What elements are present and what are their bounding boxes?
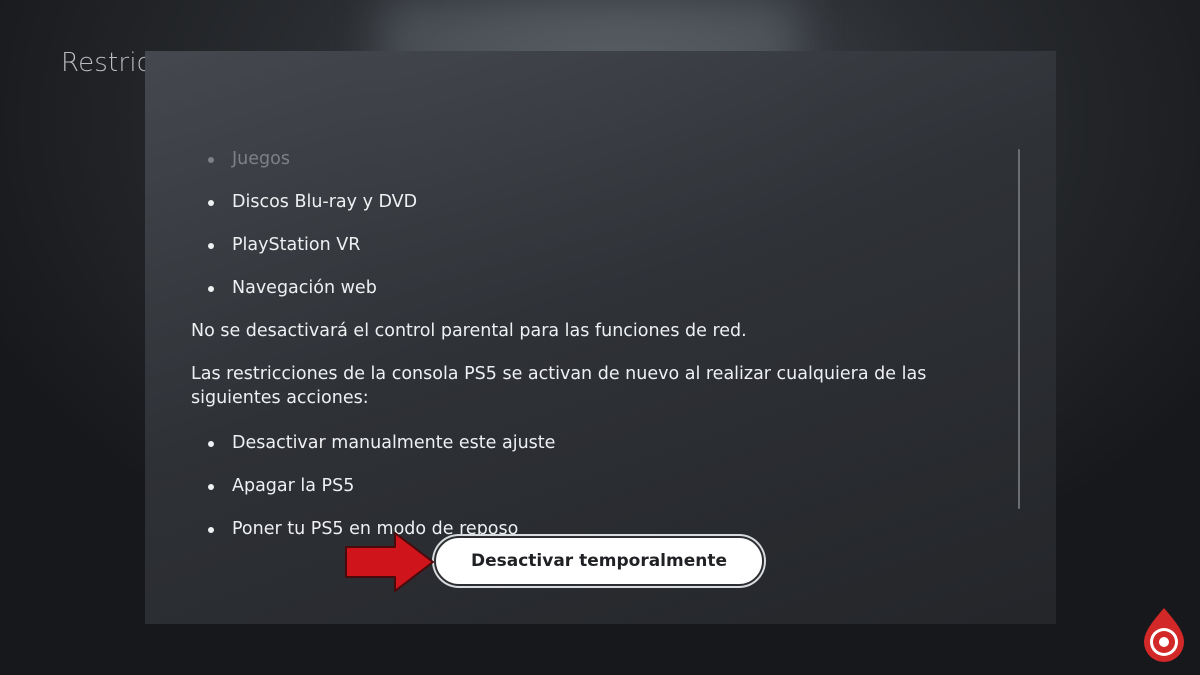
list-item-web-browsing: Navegación web — [208, 278, 377, 298]
background-page-title: Restric — [61, 48, 152, 78]
disable-temporarily-button[interactable]: Desactivar temporalmente — [434, 536, 764, 586]
network-notice-text: No se desactivará el control parental pa… — [191, 321, 747, 341]
dialog-scrollbar[interactable] — [1018, 149, 1020, 509]
list-item-turn-off: Apagar la PS5 — [207, 476, 355, 496]
list-item-bluray-dvd: Discos Blu-ray y DVD — [207, 192, 418, 212]
dialog-scroll-content[interactable]: Juegos Discos Blu-ray y DVD PlayStation … — [145, 51, 1056, 539]
restrictions-dialog: Juegos Discos Blu-ray y DVD PlayStation … — [145, 51, 1056, 624]
list-item-playstation-vr: PlayStation VR — [207, 235, 361, 255]
reactivation-notice-text: Las restricciones de la consola PS5 se a… — [191, 364, 927, 408]
site-logo-icon — [1144, 608, 1184, 662]
ps5-settings-screen: Restric Juegos Discos Blu-ray y DVD Play… — [0, 0, 1200, 675]
list-item-disable-manually: Desactivar manualmente este ajuste — [207, 433, 556, 453]
red-arrow-icon — [345, 532, 434, 592]
list-item-games: Juegos — [208, 149, 290, 169]
